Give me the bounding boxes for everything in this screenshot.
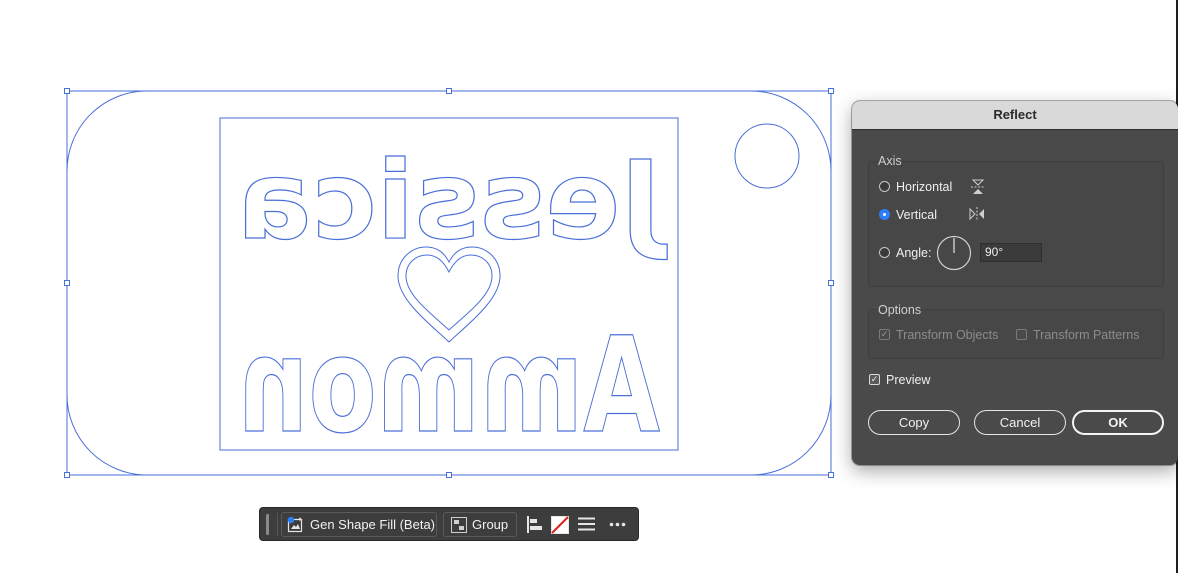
- resize-handle-left[interactable]: [64, 280, 70, 286]
- axis-group-label: Axis: [878, 154, 902, 168]
- align-icon[interactable]: [527, 516, 543, 533]
- resize-handle-bottom-left[interactable]: [64, 472, 70, 478]
- menu-icon[interactable]: [578, 517, 595, 531]
- transform-patterns-checkbox: [1016, 329, 1027, 340]
- copy-button[interactable]: Copy: [868, 410, 960, 435]
- vertical-radio[interactable]: [879, 209, 890, 220]
- vertical-label[interactable]: Vertical: [896, 208, 937, 222]
- ok-button[interactable]: OK: [1072, 410, 1164, 435]
- cancel-button[interactable]: Cancel: [974, 410, 1066, 435]
- more-icon[interactable]: [609, 522, 626, 527]
- tag-hole[interactable]: [734, 123, 800, 189]
- options-group-label: Options: [878, 303, 922, 317]
- angle-dial-icon[interactable]: [936, 235, 972, 271]
- contextual-task-bar: Gen Shape Fill (Beta) Group: [259, 507, 639, 541]
- horizontal-radio[interactable]: [879, 181, 890, 192]
- angle-radio[interactable]: [879, 247, 890, 258]
- mirrored-text-bottom[interactable]: Ammon: [237, 308, 660, 463]
- resize-handle-bottom[interactable]: [446, 472, 452, 478]
- resize-handle-top[interactable]: [446, 88, 452, 94]
- preview-checkbox[interactable]: ✓: [869, 374, 880, 385]
- dialog-title: Reflect: [852, 101, 1178, 130]
- resize-handle-top-right[interactable]: [828, 88, 834, 94]
- angle-input[interactable]: 90°: [980, 243, 1042, 262]
- angle-label[interactable]: Angle:: [896, 246, 931, 260]
- gen-shape-fill-icon: [287, 516, 303, 533]
- resize-handle-top-left[interactable]: [64, 88, 70, 94]
- task-bar-grip[interactable]: [266, 514, 269, 535]
- preview-label[interactable]: Preview: [886, 373, 930, 387]
- reflect-vertical-icon: [969, 207, 984, 221]
- gen-shape-fill-label[interactable]: Gen Shape Fill (Beta): [310, 517, 435, 532]
- horizontal-label[interactable]: Horizontal: [896, 180, 952, 194]
- resize-handle-right[interactable]: [828, 280, 834, 286]
- group-label[interactable]: Group: [472, 517, 508, 532]
- task-bar-divider: [277, 513, 278, 536]
- reflect-dialog: Reflect Axis Horizontal Vertical Angle: …: [852, 101, 1178, 465]
- transform-objects-label: Transform Objects: [896, 328, 999, 342]
- transform-objects-checkbox: ✓: [879, 329, 890, 340]
- artboard-artwork[interactable]: Jessica Ammon: [0, 0, 850, 500]
- fill-stroke-icon[interactable]: [551, 516, 569, 534]
- resize-handle-bottom-right[interactable]: [828, 472, 834, 478]
- transform-patterns-label: Transform Patterns: [1033, 328, 1140, 342]
- reflect-horizontal-icon: [971, 179, 985, 194]
- group-icon: [451, 517, 467, 533]
- mirrored-text-top[interactable]: Jessica: [236, 138, 668, 264]
